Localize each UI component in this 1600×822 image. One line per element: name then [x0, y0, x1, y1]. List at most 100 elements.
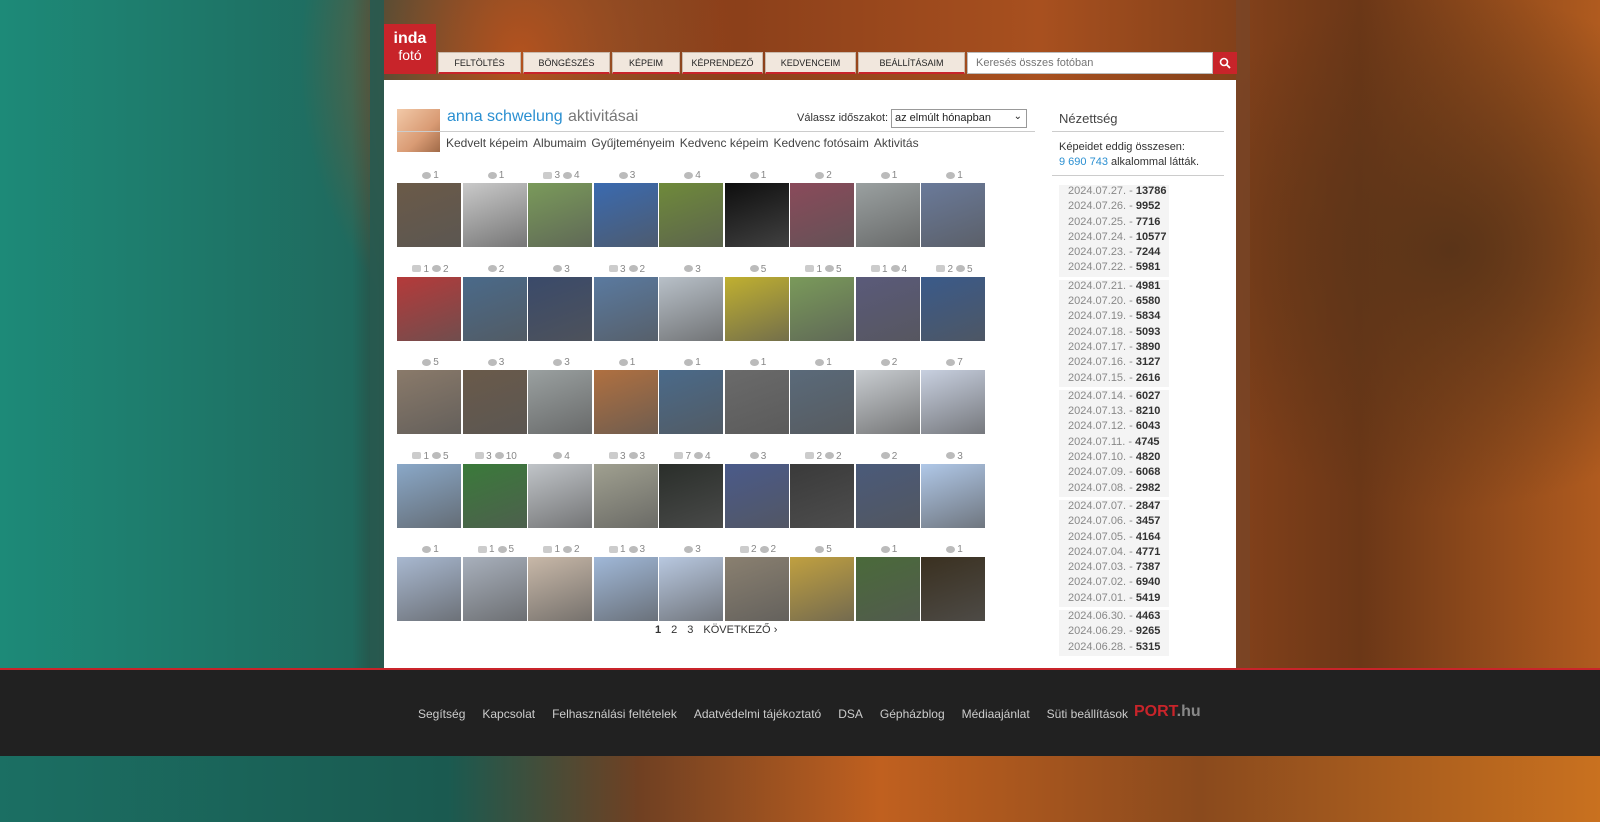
footer-link-help[interactable]: Segítség [418, 707, 465, 721]
photo-thumbnail[interactable] [397, 370, 461, 434]
photo-thumbnail[interactable] [659, 463, 723, 528]
heart-icon [684, 171, 694, 179]
photo-thumbnail[interactable] [528, 183, 592, 247]
footer-link-media[interactable]: Médiaajánlat [962, 707, 1030, 721]
photo-thumbnail[interactable] [462, 276, 527, 341]
photo-thumbnail[interactable] [724, 463, 789, 528]
daily-views-item: 2024.07.25. - 7716 [1059, 215, 1169, 231]
photo-thumbnail[interactable] [593, 276, 658, 341]
photo-thumbnail[interactable] [724, 557, 789, 621]
photo-thumbnail[interactable] [397, 276, 461, 341]
page-1[interactable]: 1 [655, 624, 661, 636]
photo-thumbnail[interactable] [855, 370, 920, 434]
photo-thumbnail[interactable] [724, 276, 789, 341]
photo-thumbnail[interactable] [462, 370, 527, 434]
link-collections[interactable]: Gyűjteményeim [591, 136, 674, 150]
heart-icon [890, 265, 900, 273]
link-liked-photos[interactable]: Kedvelt képeim [446, 136, 528, 150]
photo-thumbnail[interactable] [397, 183, 461, 247]
link-activity[interactable]: Aktivitás [874, 136, 919, 150]
footer-link-terms[interactable]: Felhasználási feltételek [552, 707, 677, 721]
nav-organizer[interactable]: KÉPRENDEZŐ [682, 52, 763, 74]
photo-thumbnail[interactable] [397, 463, 461, 528]
period-select[interactable]: az elmúlt hónapban ⌄ [891, 109, 1027, 128]
photo-thumbnail[interactable] [528, 370, 592, 434]
photo-thumbnail[interactable] [593, 557, 658, 621]
photo-thumbnail[interactable] [921, 276, 985, 341]
photo-thumbnail[interactable] [724, 370, 789, 434]
photo-thumbnail[interactable] [593, 370, 658, 434]
photo-thumbnail[interactable] [659, 183, 723, 247]
nav-favorites[interactable]: KEDVENCEIM [765, 52, 856, 74]
photo-thumbnail[interactable] [921, 463, 985, 528]
photo-thumbnail[interactable] [528, 557, 592, 621]
photo-thumbnail[interactable] [724, 183, 789, 247]
link-favorite-photos[interactable]: Kedvenc képeim [680, 136, 769, 150]
photo-stats: 12 [528, 544, 592, 556]
like-count: 1 [760, 170, 767, 181]
photo-thumbnail[interactable] [659, 370, 723, 434]
indafoto-logo[interactable]: inda fotó [384, 24, 436, 74]
comment-count: 7 [685, 450, 691, 462]
profile-name[interactable]: anna schwelung [447, 108, 563, 126]
footer-link-blog[interactable]: Gépházblog [880, 707, 945, 721]
heart-icon [422, 545, 432, 553]
comment-icon [543, 171, 553, 179]
search-button[interactable] [1213, 52, 1237, 74]
photo-item: 15 [462, 544, 527, 624]
photo-stats: 13 [594, 544, 658, 556]
next-page-link[interactable]: KÖVETKEZŐ › [703, 624, 777, 636]
views-summary: Képeidet eddig összesen: 9 690 743 alkal… [1059, 140, 1199, 170]
logo-line1: inda [393, 30, 427, 47]
photo-stats: 1 [856, 544, 920, 556]
nav-settings[interactable]: BEÁLLÍTÁSAIM [858, 52, 965, 74]
separator: - [1126, 420, 1136, 433]
photo-thumbnail[interactable] [659, 276, 723, 341]
photo-thumbnail[interactable] [790, 557, 854, 621]
photo-thumbnail[interactable] [528, 276, 592, 341]
comment-count: 1 [619, 544, 626, 555]
day-date: 2024.07.13. [1068, 405, 1127, 418]
views-intro: Képeidet eddig összesen: [1059, 141, 1185, 153]
photo-thumbnail[interactable] [790, 183, 854, 247]
day-date: 2024.07.11. [1068, 435, 1126, 448]
photo-thumbnail[interactable] [593, 183, 658, 247]
nav-upload[interactable]: FELTÖLTÉS [438, 52, 521, 74]
search-input[interactable] [967, 52, 1213, 74]
photo-thumbnail[interactable] [790, 276, 854, 341]
footer-link-privacy[interactable]: Adatvédelmi tájékoztató [694, 707, 821, 721]
port-logo[interactable]: PORT.hu [1134, 703, 1201, 721]
photo-stats: 3 [725, 451, 789, 463]
photo-thumbnail[interactable] [921, 370, 985, 434]
page-3[interactable]: 3 [687, 624, 693, 636]
photo-item: 2 [855, 357, 920, 437]
photo-thumbnail[interactable] [921, 183, 985, 247]
photo-thumbnail[interactable] [593, 463, 658, 528]
photo-thumbnail[interactable] [790, 370, 854, 434]
photo-thumbnail[interactable] [462, 557, 527, 621]
footer-link-cookies[interactable]: Süti beállítások [1047, 707, 1128, 721]
photo-item: 12 [397, 264, 461, 344]
photo-thumbnail[interactable] [528, 463, 592, 528]
photo-thumbnail[interactable] [659, 557, 723, 621]
photo-thumbnail[interactable] [462, 183, 527, 247]
photo-thumbnail[interactable] [790, 463, 854, 528]
photo-thumbnail[interactable] [921, 557, 985, 621]
footer-link-contact[interactable]: Kapcsolat [482, 707, 535, 721]
photo-thumbnail[interactable] [462, 463, 527, 528]
footer-link-dsa[interactable]: DSA [838, 707, 863, 721]
daily-views-item: 2024.07.09. - 6068 [1059, 466, 1169, 482]
photo-thumbnail[interactable] [397, 557, 461, 621]
link-albums[interactable]: Albumaim [533, 136, 586, 150]
photo-thumbnail[interactable] [855, 183, 920, 247]
page-2[interactable]: 2 [671, 624, 677, 636]
nav-my-photos[interactable]: KÉPEIM [612, 52, 680, 74]
chevron-down-icon: ⌄ [1013, 111, 1022, 122]
separator: - [1126, 310, 1136, 323]
photo-thumbnail[interactable] [855, 276, 920, 341]
photo-thumbnail[interactable] [855, 557, 920, 621]
photo-thumbnail[interactable] [855, 463, 920, 528]
photo-stats: 3 [528, 357, 592, 369]
nav-browse[interactable]: BÖNGÉSZÉS [523, 52, 610, 74]
link-favorite-photographers[interactable]: Kedvenc fotósaim [774, 136, 869, 150]
